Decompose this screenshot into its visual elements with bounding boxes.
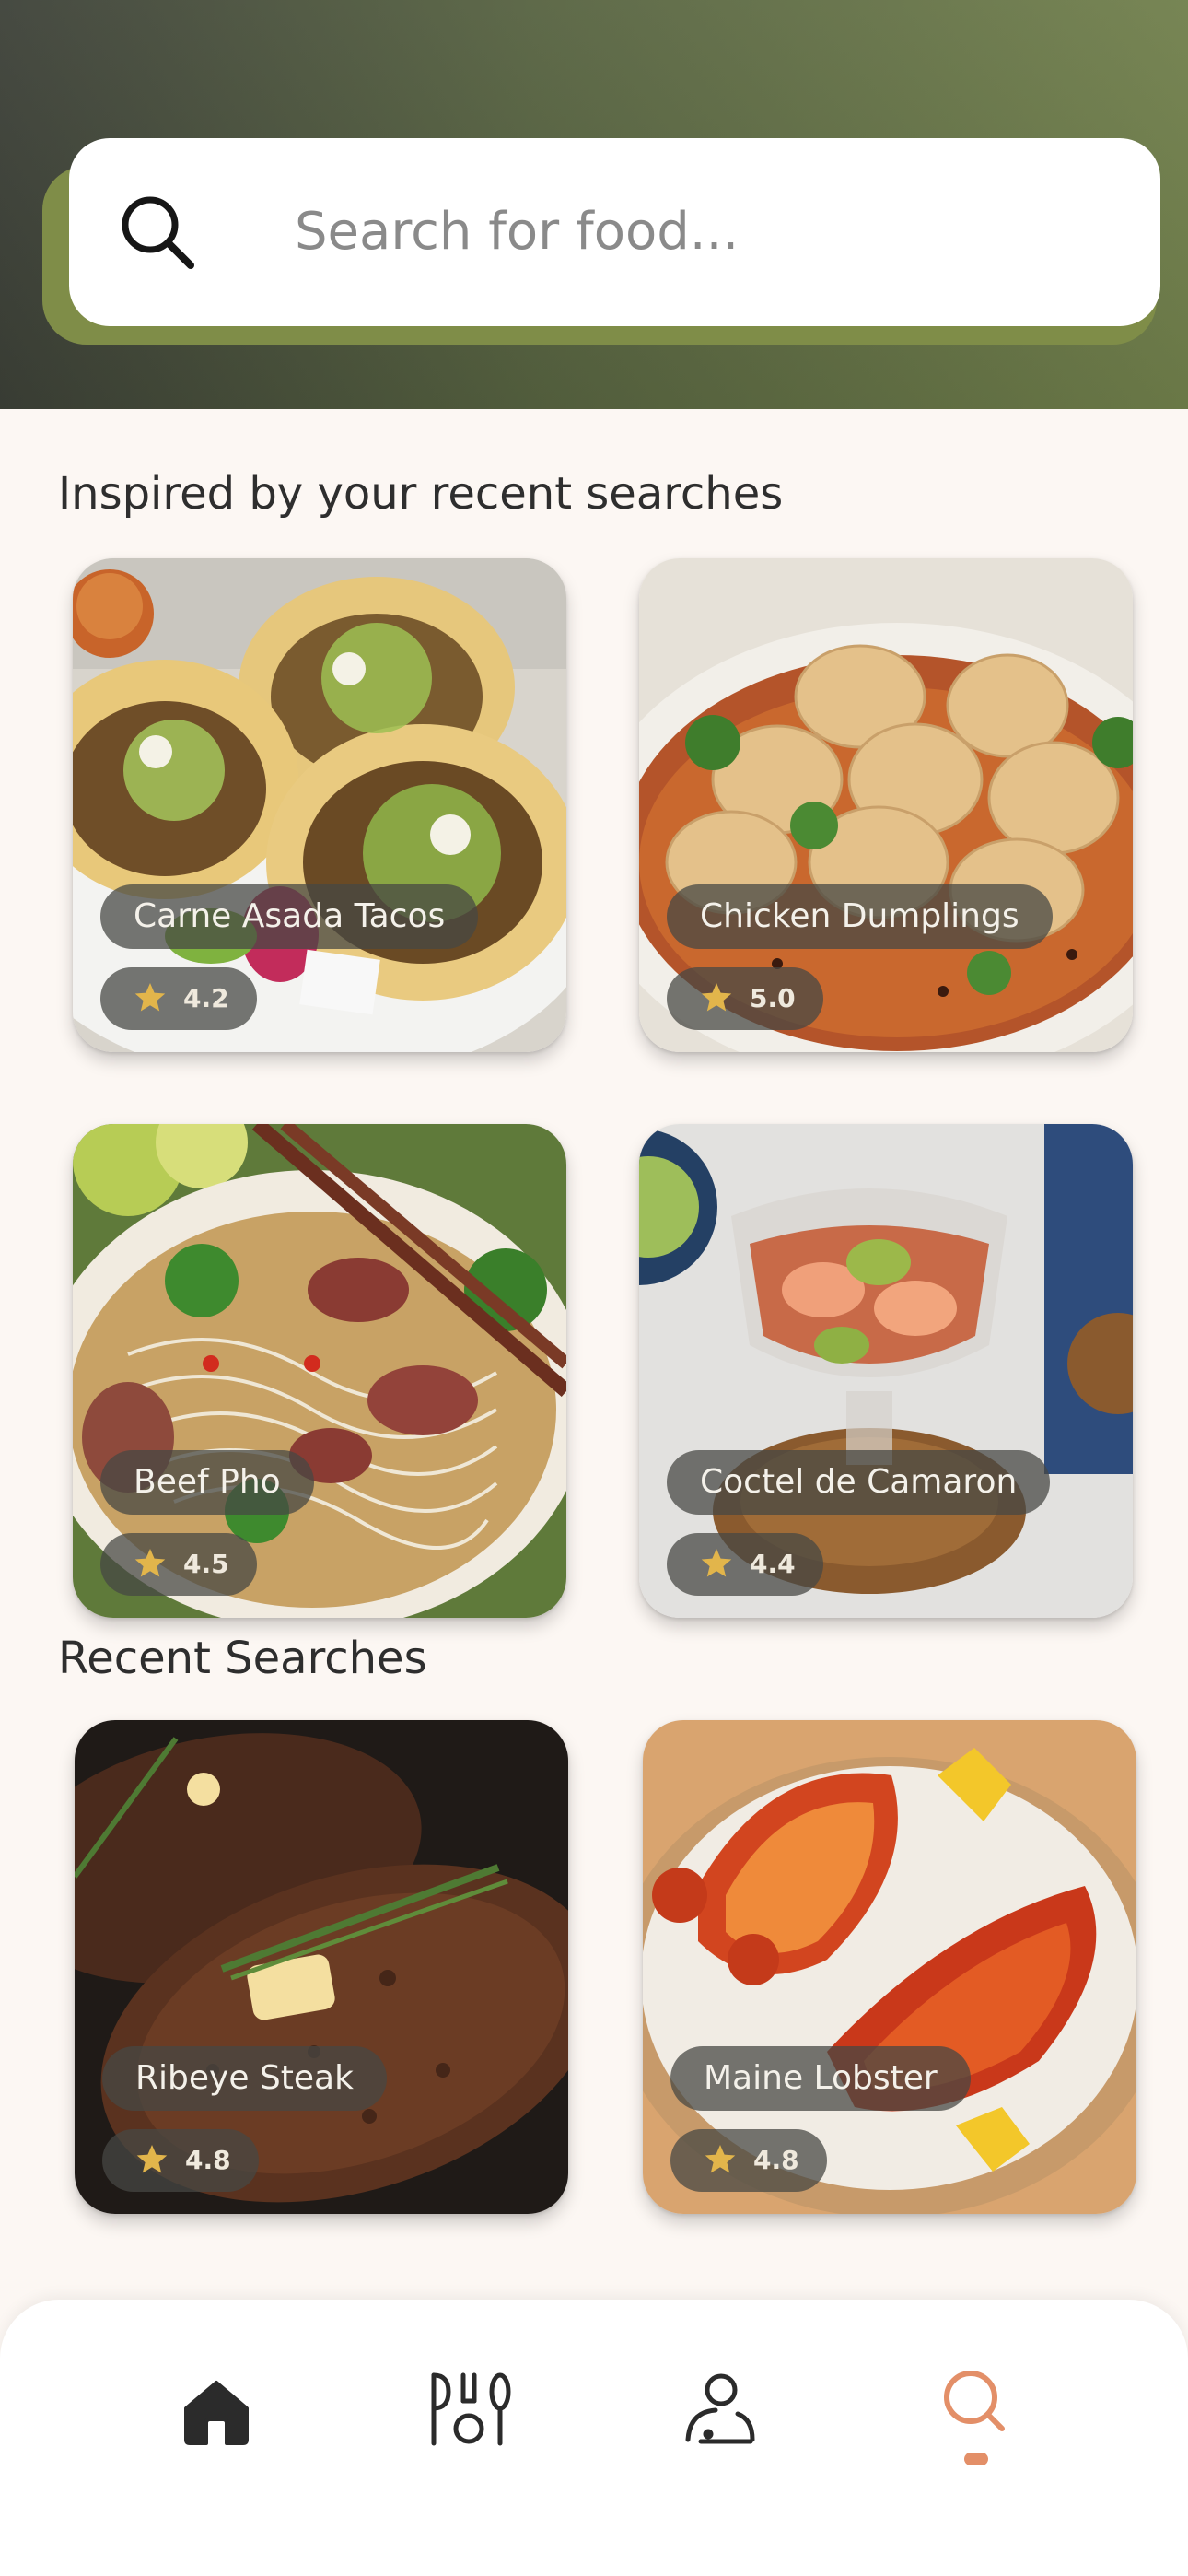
food-card-carne-asada-tacos[interactable]: Carne Asada Tacos 4.2 (73, 558, 566, 1052)
nav-home-button[interactable] (166, 2355, 267, 2456)
rating-badge: 4.8 (670, 2129, 827, 2192)
dish-name-label: Carne Asada Tacos (100, 884, 479, 949)
search-icon (944, 2371, 1005, 2431)
food-card-chicken-dumplings[interactable]: Chicken Dumplings 5.0 (639, 558, 1133, 1052)
rating-badge: 4.8 (102, 2129, 259, 2192)
rating-value: 4.8 (753, 2145, 799, 2175)
rating-value: 4.2 (183, 983, 229, 1013)
dish-name-label: Maine Lobster (670, 2046, 971, 2111)
rating-value: 5.0 (750, 983, 796, 1013)
star-icon (136, 2145, 168, 2173)
rating-value: 4.8 (185, 2145, 231, 2175)
search-input[interactable] (293, 184, 1125, 278)
dish-name-label: Coctel de Camaron (667, 1450, 1051, 1515)
star-icon (705, 2145, 736, 2173)
star-icon (701, 983, 732, 1012)
rating-badge: 4.4 (667, 1533, 823, 1596)
food-card-beef-pho[interactable]: Beef Pho 4.5 (73, 1124, 566, 1618)
inspired-section-title: Inspired by your recent searches (58, 468, 784, 520)
home-icon (184, 2381, 249, 2445)
star-icon (134, 1549, 166, 1577)
dish-name-label: Chicken Dumplings (667, 884, 1053, 949)
food-card-ribeye-steak[interactable]: Ribeye Steak 4.8 (75, 1720, 568, 2214)
restaurant-utensils-icon (431, 2372, 511, 2446)
search-icon (122, 196, 194, 269)
nav-search-button[interactable] (921, 2355, 1022, 2456)
profile-icon (685, 2373, 755, 2444)
rating-badge: 4.5 (100, 1533, 257, 1596)
dish-name-label: Beef Pho (100, 1450, 314, 1515)
bottom-navigation-bar (0, 2300, 1188, 2576)
active-tab-indicator (964, 2453, 988, 2465)
rating-badge: 4.2 (100, 967, 257, 1030)
recent-section-title: Recent Searches (58, 1633, 427, 1684)
star-icon (134, 983, 166, 1012)
food-card-maine-lobster[interactable]: Maine Lobster 4.8 (643, 1720, 1136, 2214)
nav-restaurants-button[interactable] (417, 2355, 518, 2456)
food-card-coctel-de-camaron[interactable]: Coctel de Camaron 4.4 (639, 1124, 1133, 1618)
dish-name-label: Ribeye Steak (102, 2046, 387, 2111)
rating-badge: 5.0 (667, 967, 823, 1030)
search-bar[interactable] (69, 138, 1160, 326)
star-icon (701, 1549, 732, 1577)
rating-value: 4.5 (183, 1549, 229, 1579)
nav-profile-button[interactable] (670, 2355, 771, 2456)
rating-value: 4.4 (750, 1549, 796, 1579)
